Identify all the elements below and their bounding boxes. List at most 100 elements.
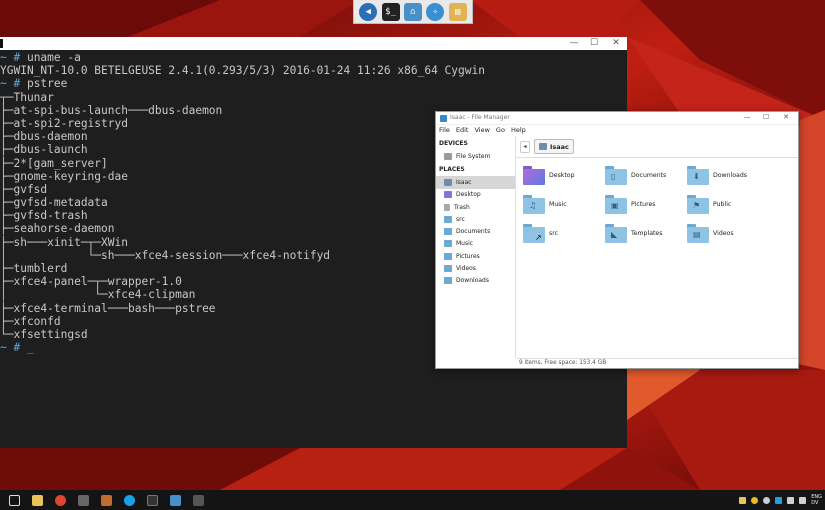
- wifi-icon[interactable]: [787, 496, 795, 504]
- home-icon: [539, 143, 547, 150]
- menu-help[interactable]: Help: [511, 126, 526, 134]
- file-item-downloads[interactable]: ⬇ Downloads: [687, 163, 767, 187]
- sidebar-item-documents[interactable]: Documents: [436, 225, 515, 237]
- terminal-text: ├─gvfsd-trash: [0, 209, 88, 223]
- terminal-prompt: ~ #: [0, 77, 27, 91]
- terminal-close-button[interactable]: ✕: [605, 37, 627, 50]
- folder-icon: [444, 252, 452, 260]
- location-crumb[interactable]: Isaac: [534, 139, 574, 154]
- terminal-text: │ └─sh───xfce4-session───xfce4-notifyd: [0, 248, 331, 262]
- sidebar-item-music[interactable]: Music: [436, 238, 515, 250]
- terminal-text: ├─xfce4-panel─┬─wrapper-1.0: [0, 275, 182, 289]
- terminal-text: │ └─xfce4-clipman: [0, 288, 196, 302]
- sidebar-item-downloads[interactable]: Downloads: [436, 275, 515, 287]
- menu-edit[interactable]: Edit: [456, 126, 469, 134]
- menu-go[interactable]: Go: [496, 126, 505, 134]
- menu-file[interactable]: File: [439, 126, 450, 134]
- browser-icon[interactable]: ✧: [426, 2, 445, 21]
- chrome-icon[interactable]: [55, 494, 66, 506]
- terminal-maximize-button[interactable]: ☐: [583, 37, 605, 50]
- clipboard-icon[interactable]: ▤: [448, 2, 467, 21]
- drive-icon: [444, 152, 452, 160]
- fm-close-button[interactable]: ✕: [779, 113, 793, 121]
- file-item-templates[interactable]: ◣ Templates: [605, 221, 685, 245]
- terminal-line: ~ # uname -a: [0, 51, 627, 64]
- sidebar-item-desktop[interactable]: Desktop: [436, 189, 515, 201]
- task-view-icon[interactable]: [9, 494, 20, 506]
- sidebar-item-label: Pictures: [456, 252, 480, 260]
- terminal-text: ┬─Thunar: [0, 90, 54, 104]
- back-circle-icon[interactable]: ◀: [359, 2, 378, 21]
- xwin-icon[interactable]: [193, 494, 204, 506]
- downloads-folder-icon: ⬇: [687, 165, 709, 185]
- sidebar-item-videos[interactable]: Videos: [436, 262, 515, 274]
- xlaunch-icon[interactable]: [101, 494, 112, 506]
- terminal-text: ├─xfconfd: [0, 314, 61, 328]
- terminal-titlebar[interactable]: — ☐ ✕: [0, 37, 627, 50]
- desktop-folder-icon: [523, 165, 545, 185]
- menu-view[interactable]: View: [474, 126, 489, 134]
- back-button[interactable]: ◂: [520, 140, 530, 153]
- tray-sync-icon[interactable]: [763, 496, 771, 504]
- file-item-videos[interactable]: ▤ Videos: [687, 221, 767, 245]
- terminal-text: ├─dbus-launch: [0, 143, 88, 157]
- folder-icon: [444, 228, 452, 236]
- terminal-prompt: ~ #: [0, 51, 27, 64]
- skype-icon[interactable]: [124, 494, 135, 506]
- sidebar-item-label: Documents: [456, 228, 491, 236]
- file-item-music[interactable]: ♫ Music: [523, 192, 603, 216]
- fm-minimize-button[interactable]: —: [740, 113, 754, 121]
- templates-folder-icon: ◣: [605, 223, 627, 243]
- terminal-text: ├─xfce4-terminal───bash───pstree: [0, 301, 216, 315]
- terminal-icon[interactable]: $_: [381, 2, 400, 21]
- tray-folder-icon[interactable]: [739, 496, 747, 504]
- language-indicator[interactable]: ENG DV: [811, 494, 822, 506]
- file-item-label: Public: [713, 200, 732, 208]
- fm-maximize-button[interactable]: ☐: [759, 113, 773, 121]
- home-folder-icon[interactable]: ⌂: [403, 2, 422, 21]
- file-item-desktop[interactable]: Desktop: [523, 163, 603, 187]
- sidebar-item-label: src: [456, 215, 465, 223]
- terminal-text: ├─tumblerd: [0, 262, 68, 275]
- tray-norton-icon[interactable]: [751, 496, 759, 504]
- taskbar: ENG DV: [0, 490, 825, 510]
- system-tray: ENG DV: [739, 490, 825, 510]
- terminal-minimize-button[interactable]: —: [563, 37, 585, 50]
- pictures-folder-icon: ▣: [605, 194, 627, 214]
- terminal-text: ├─at-spi2-registryd: [0, 116, 128, 130]
- file-item-label: Documents: [631, 171, 667, 179]
- fm-icon-view[interactable]: Desktop ▯ Documents ⬇ Downloads ♫ Music …: [517, 159, 798, 358]
- file-item-pictures[interactable]: ▣ Pictures: [605, 192, 685, 216]
- terminal-text: ├─at-spi-bus-launch───dbus-daemon: [0, 103, 223, 117]
- sidebar-item-pictures[interactable]: Pictures: [436, 250, 515, 262]
- file-item-label: Music: [549, 200, 567, 208]
- terminal-icon[interactable]: [147, 494, 158, 506]
- terminal-text: ├─gnome-keyring-dae: [0, 169, 128, 183]
- terminal-text: uname -a: [26, 51, 81, 64]
- folder-icon: [444, 277, 452, 285]
- file-manager-window[interactable]: Isaac - File Manager — ☐ ✕ File Edit Vie…: [435, 111, 799, 369]
- trash-icon: [444, 203, 450, 211]
- file-item-src[interactable]: ↗ src: [523, 221, 603, 245]
- volume-icon[interactable]: [799, 496, 807, 504]
- sidebar-item-src[interactable]: src: [436, 213, 515, 225]
- console-icon[interactable]: [78, 494, 89, 506]
- terminal-line: ~ # pstree: [0, 77, 627, 90]
- sidebar-item-file-system[interactable]: File System: [436, 150, 515, 162]
- sidebar-item-isaac[interactable]: Isaac: [436, 176, 515, 189]
- tray-skype-icon[interactable]: [775, 496, 783, 504]
- terminal-text: YGWIN_NT-10.0 BETELGEUSE 2.4.1(0.293/5/3…: [0, 64, 485, 78]
- sidebar-item-label: Music: [456, 240, 474, 248]
- terminal-text: └─xfsettingsd: [0, 327, 88, 341]
- terminal-text: ├─sh───xinit─┬─XWin: [0, 235, 128, 249]
- file-explorer-icon[interactable]: [32, 494, 43, 506]
- file-item-documents[interactable]: ▯ Documents: [605, 163, 685, 187]
- terminal-text: ├─2*[gam_server]: [0, 156, 108, 170]
- file-manager-icon[interactable]: [170, 494, 181, 506]
- file-item-public[interactable]: ⚑ Public: [687, 192, 767, 216]
- top-dock: ◀ $_ ⌂ ✧ ▤: [353, 0, 473, 24]
- file-item-label: Videos: [713, 229, 734, 237]
- sidebar-item-trash[interactable]: Trash: [436, 201, 515, 213]
- fm-titlebar[interactable]: Isaac - File Manager — ☐ ✕: [436, 112, 798, 125]
- terminal-prompt: ~ #: [0, 341, 27, 355]
